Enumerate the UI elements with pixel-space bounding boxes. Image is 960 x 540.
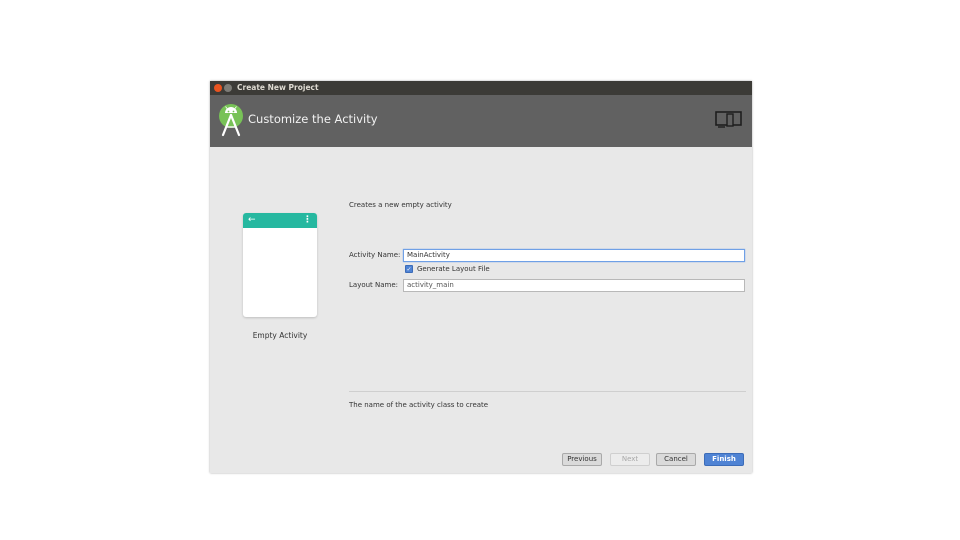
activity-name-label: Activity Name: — [349, 251, 401, 259]
template-description: Creates a new empty activity — [349, 201, 452, 209]
activity-template-preview: ← ⋮ — [243, 213, 317, 317]
layout-name-label: Layout Name: — [349, 281, 399, 289]
window-title: Create New Project — [237, 83, 319, 92]
android-studio-logo-icon — [219, 104, 243, 137]
arrow-left-icon: ← — [248, 215, 256, 225]
create-project-dialog: Create New Project Customize the Activit… — [210, 81, 752, 473]
header-banner: Customize the Activity — [210, 95, 752, 147]
template-name: Empty Activity — [252, 331, 308, 340]
window-titlebar[interactable]: Create New Project — [210, 81, 752, 95]
close-window-button[interactable] — [214, 84, 222, 92]
cancel-button[interactable]: Cancel — [656, 453, 696, 466]
generate-layout-checkbox[interactable]: ✓ — [405, 265, 413, 273]
minimize-window-button[interactable] — [224, 84, 232, 92]
previous-button[interactable]: Previous — [562, 453, 602, 466]
overflow-menu-icon: ⋮ — [303, 215, 312, 225]
preview-app-bar: ← ⋮ — [243, 213, 317, 228]
phone-tablet-icon — [715, 111, 742, 128]
activity-name-input[interactable]: MainActivity — [403, 249, 745, 262]
finish-button[interactable]: Finish — [704, 453, 744, 466]
page-title: Customize the Activity — [248, 112, 378, 126]
divider — [349, 391, 746, 392]
layout-name-input[interactable]: activity_main — [403, 279, 745, 292]
generate-layout-label[interactable]: Generate Layout File — [417, 265, 490, 273]
help-text: The name of the activity class to create — [349, 401, 489, 409]
next-button[interactable]: Next — [610, 453, 650, 466]
